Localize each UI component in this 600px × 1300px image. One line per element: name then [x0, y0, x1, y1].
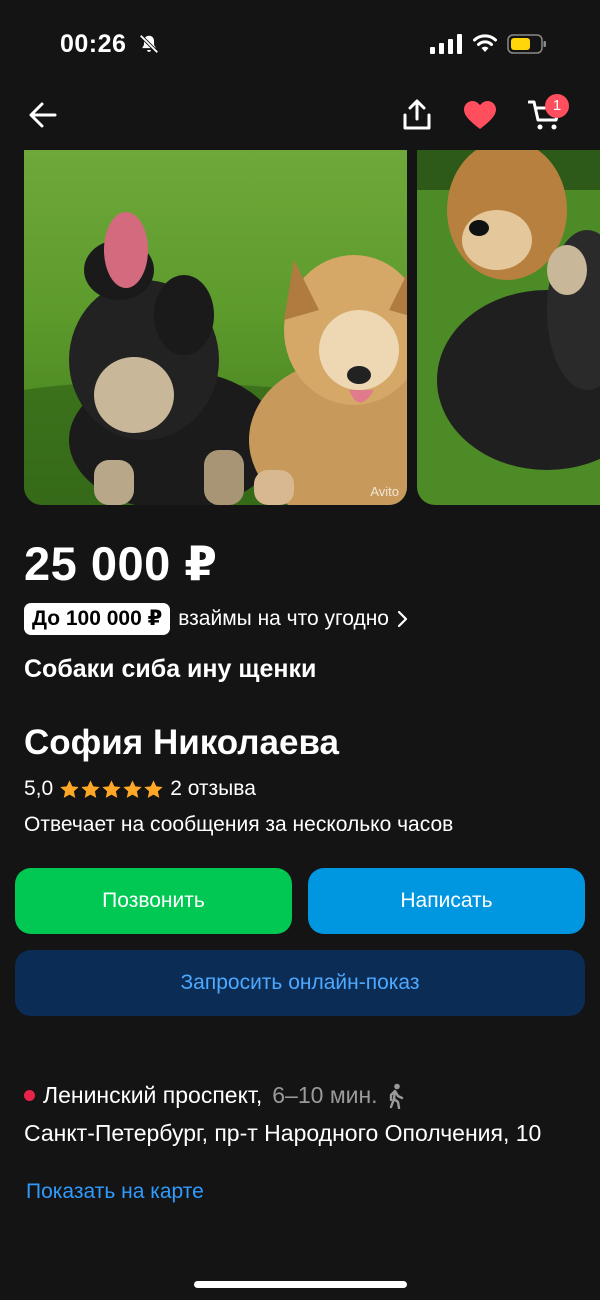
- watermark: Avito: [370, 484, 399, 499]
- loan-badge: До 100 000 ₽: [24, 603, 171, 635]
- share-button[interactable]: [394, 92, 440, 138]
- signal-icon: [430, 34, 462, 54]
- call-button[interactable]: Позвонить: [15, 868, 292, 934]
- seller-rating: 5,0 2 отзыва: [24, 777, 256, 801]
- loan-text: взаймы на что угодно: [178, 607, 389, 630]
- star-icon: [102, 779, 121, 798]
- walk-icon: [389, 1083, 403, 1109]
- favorite-button[interactable]: [457, 92, 503, 138]
- rating-value: 5,0: [24, 777, 54, 800]
- listing-title: Собаки сиба ину щенки: [24, 655, 317, 683]
- metro-name: Ленинский проспект,: [43, 1082, 263, 1108]
- listing-photo-next[interactable]: [417, 150, 600, 505]
- cart-count-badge: 1: [545, 94, 569, 118]
- response-time: Отвечает на сообщения за несколько часов: [24, 813, 454, 836]
- bell-muted-icon: [139, 34, 159, 54]
- seller-name[interactable]: София Николаева: [24, 723, 339, 763]
- star-icon: [60, 779, 79, 798]
- battery-icon: [507, 34, 546, 54]
- rating-stars: [59, 779, 164, 800]
- metro-station: Ленинский проспект, 6–10 мин.: [24, 1082, 406, 1109]
- status-bar: 00:26: [0, 0, 600, 90]
- star-icon: [123, 779, 142, 798]
- metro-line-dot: [24, 1090, 35, 1101]
- reviews-link[interactable]: 2 отзыва: [170, 777, 256, 801]
- listing-price: 25 000 ₽: [24, 537, 218, 590]
- home-indicator[interactable]: [194, 1281, 407, 1288]
- back-arrow-icon: [29, 102, 57, 128]
- wifi-icon: [473, 34, 497, 52]
- write-button[interactable]: Написать: [308, 868, 585, 934]
- status-time: 00:26: [60, 30, 127, 58]
- back-button[interactable]: [20, 92, 66, 138]
- address: Санкт-Петербург, пр-т Народного Ополчени…: [24, 1120, 542, 1146]
- metro-walk-time: 6–10 мин.: [272, 1082, 378, 1108]
- star-icon: [81, 779, 100, 798]
- show-on-map-link[interactable]: Показать на карте: [26, 1180, 204, 1204]
- puppies-photo-2: [417, 150, 600, 505]
- loan-offer[interactable]: До 100 000 ₽ взаймы на что угодно: [24, 602, 409, 636]
- request-online-show-button[interactable]: Запросить онлайн-показ: [15, 950, 585, 1016]
- puppies-photo: [24, 150, 407, 505]
- chevron-right-icon: [397, 610, 408, 628]
- heart-icon: [464, 101, 496, 129]
- photo-gallery[interactable]: Avito: [0, 150, 600, 506]
- share-icon: [403, 99, 431, 130]
- star-icon: [144, 779, 163, 798]
- listing-photo[interactable]: Avito: [24, 150, 407, 505]
